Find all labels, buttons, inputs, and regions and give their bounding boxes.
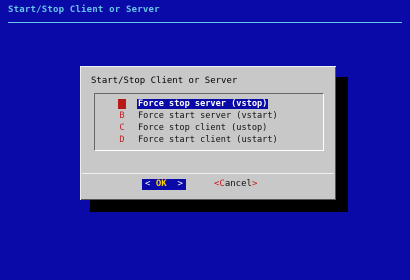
menu-item-tag: D [119,135,125,145]
ok-button[interactable]: < OK > [142,179,186,190]
backtitle-divider [8,22,402,23]
menu-item-a[interactable]: A Force stop server (vstop) [118,99,269,109]
menu-item-b[interactable]: B Force start server (vstart) [118,111,279,121]
ok-button-left-bracket: < [145,179,151,189]
menu-item-d[interactable]: D Force start client (ustart) [118,135,279,145]
menu-item-tag: B [119,111,125,121]
cancel-button-right-bracket: > [251,179,258,189]
menu-item-label: Force start client (ustart) [138,135,278,145]
menu-item-label: Force stop server (vstop) [137,99,269,109]
menu-item-label: Force start server (vstart) [138,111,278,121]
menu-item-tag: A [118,99,126,109]
menu-item-c[interactable]: C Force stop client (ustop) [118,123,268,133]
dialog-title: Start/Stop Client or Server [91,76,238,86]
menu-dialog: Start/Stop Client or Server A Force stop… [80,66,336,200]
backtitle: Start/Stop Client or Server [8,5,160,15]
cancel-button[interactable]: <Cancel> [214,179,257,190]
terminal-screen: Start/Stop Client or Server Start/Stop C… [0,0,410,280]
ok-button-right-bracket: > [177,179,183,189]
menu-item-label: Force stop client (ustop) [138,123,268,133]
menu-item-tag: C [119,123,125,133]
button-row-divider [82,173,334,174]
ok-button-label: OK [155,179,167,189]
cancel-button-label: ancel [224,179,252,189]
